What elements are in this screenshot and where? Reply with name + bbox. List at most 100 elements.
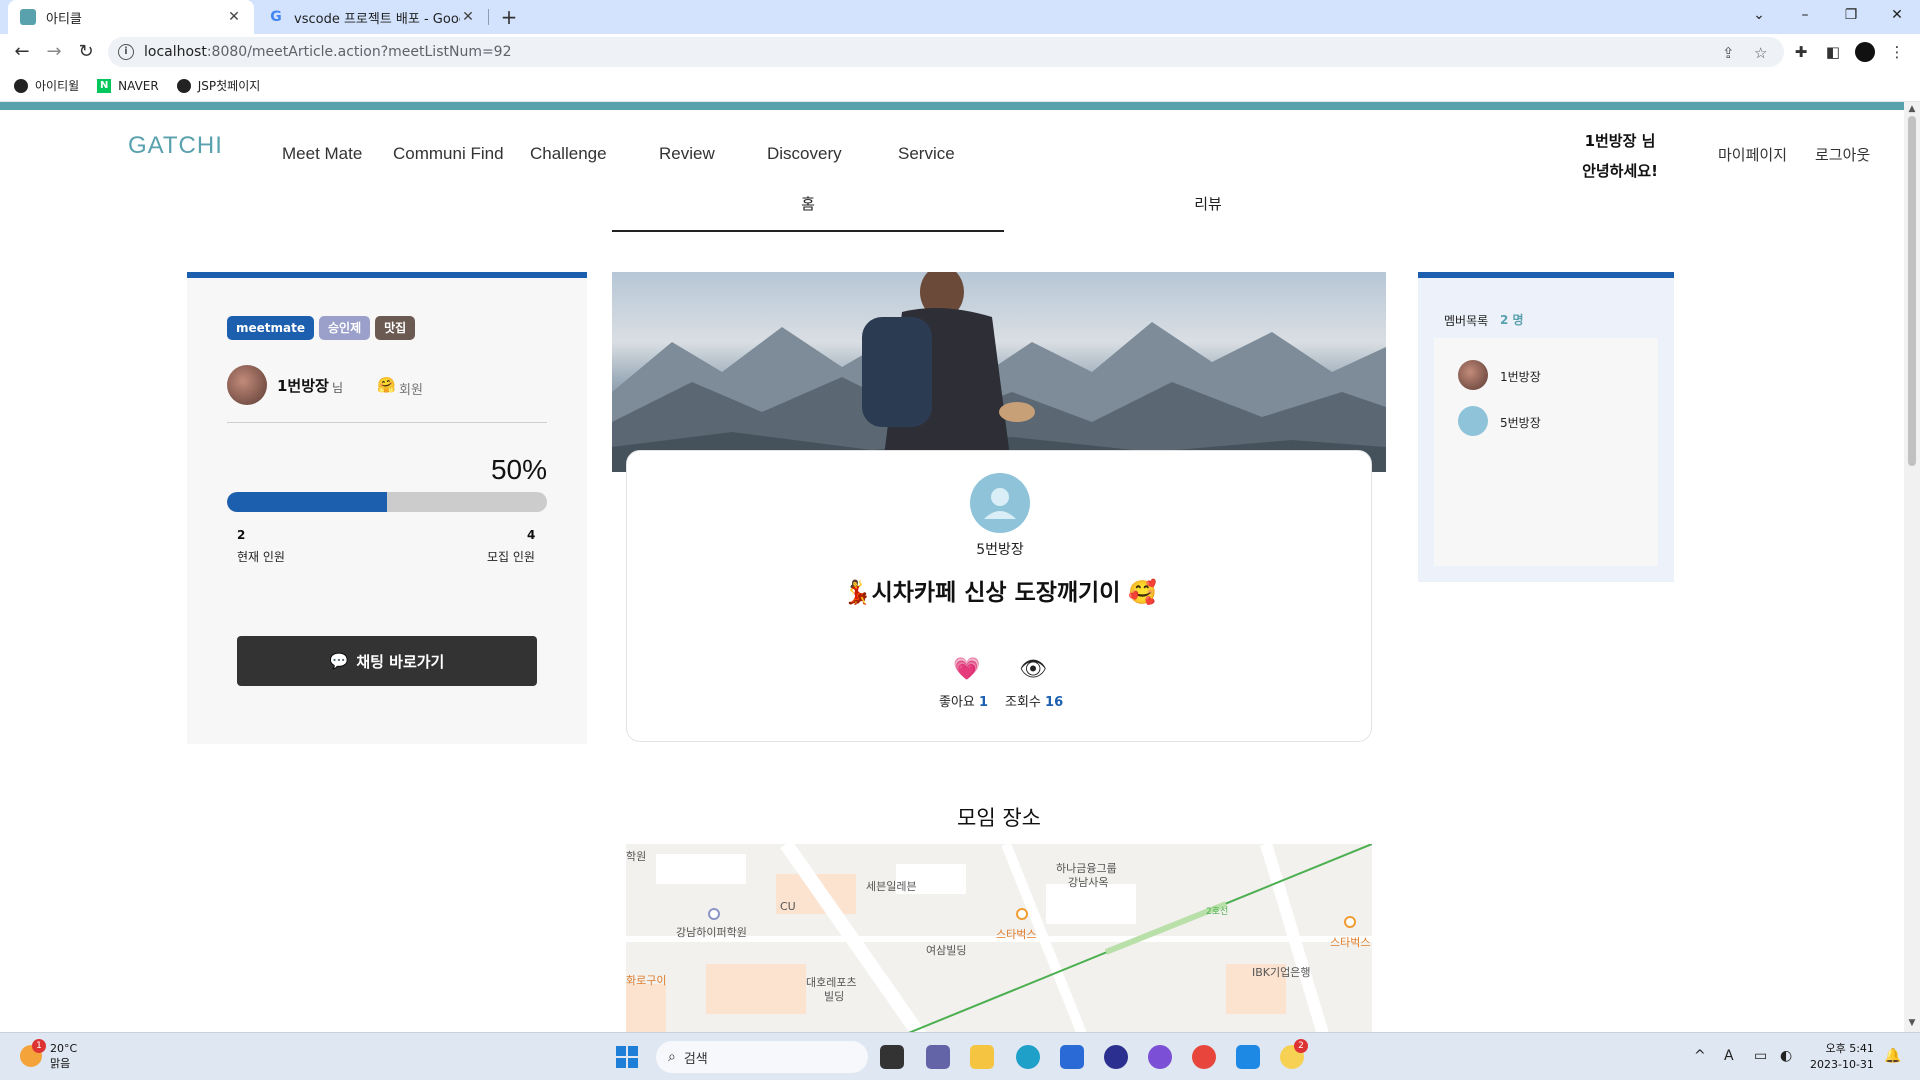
chrome-icon[interactable] (1192, 1045, 1216, 1069)
volume-icon[interactable]: ◐ (1780, 1048, 1792, 1064)
file-explorer-icon[interactable] (970, 1045, 994, 1069)
bookmark-star-icon[interactable]: ☆ (1754, 44, 1767, 62)
view-stat: 조회수 16 (1005, 691, 1063, 710)
writer-name: 5번방장 (976, 542, 1024, 558)
nav-discovery[interactable]: Discovery (767, 144, 842, 164)
new-tab-icon[interactable]: + (496, 4, 522, 30)
member-name[interactable]: 1번방장 (1500, 368, 1541, 385)
start-icon[interactable] (616, 1046, 638, 1068)
reload-icon[interactable]: ↻ (72, 38, 100, 66)
post-column: 5번방장 💃시차카페 신상 도장깨기이 🥰 💗 좋아요 1 👁 조회수 16 모… (612, 272, 1386, 1032)
bookmark-label: JSP첫페이지 (197, 79, 261, 93)
bookmark-jsp[interactable]: JSP첫페이지 (176, 77, 261, 94)
site-info-icon[interactable]: i (118, 44, 134, 60)
tab-search-icon[interactable]: ⌄ (1736, 0, 1782, 30)
tab-google[interactable]: G vscode 프로젝트 배포 - Google ✕ (256, 0, 488, 34)
tab-review[interactable]: 리뷰 (1004, 182, 1412, 232)
logout-link[interactable]: 로그아웃 (1815, 144, 1870, 165)
close-window-icon[interactable]: ✕ (1874, 0, 1920, 30)
like-label: 좋아요 (939, 695, 975, 710)
forward-icon[interactable]: → (40, 38, 68, 66)
url-path: :8080/meetArticle.action?meetListNum=92 (206, 44, 512, 60)
hero-image (612, 272, 1386, 472)
app-icon[interactable] (1104, 1045, 1128, 1069)
like-count: 1 (979, 695, 989, 710)
nav-meet-mate[interactable]: Meet Mate (282, 144, 362, 164)
teams-icon[interactable] (926, 1045, 950, 1069)
mypage-link[interactable]: 마이페이지 (1718, 144, 1787, 165)
tab-home[interactable]: 홈 (612, 182, 1004, 232)
close-tab-icon[interactable]: ✕ (460, 9, 476, 25)
bookmark-naver[interactable]: N NAVER (97, 78, 159, 93)
back-icon[interactable]: ← (8, 38, 36, 66)
chevron-up-icon[interactable]: ^ (1694, 1048, 1706, 1064)
member-name[interactable]: 5번방장 (1500, 414, 1541, 431)
map-poi-icon (1016, 908, 1028, 920)
scroll-up-icon[interactable]: ▲ (1904, 104, 1920, 114)
tab-separator (488, 9, 489, 25)
address-bar[interactable]: i localhost:8080/meetArticle.action?meet… (108, 37, 1784, 67)
badge-meetmate: meetmate (227, 316, 314, 340)
share-icon[interactable]: ⇪ (1722, 44, 1735, 62)
extensions-icon[interactable]: ✚ (1790, 41, 1812, 63)
menu-icon[interactable]: ⋮ (1886, 41, 1908, 63)
map-label: 세븐일레븐 (866, 880, 917, 893)
scroll-down-icon[interactable]: ▼ (1904, 1018, 1920, 1028)
side-panel-icon[interactable]: ◧ (1822, 41, 1844, 63)
site-favicon-icon (20, 9, 36, 25)
site-logo[interactable]: GATCHI (128, 132, 223, 160)
minimize-icon[interactable]: – (1782, 0, 1828, 30)
bookmark-itwill[interactable]: 아이티윌 (14, 77, 79, 94)
divider (227, 422, 547, 423)
map-label: 학원 (626, 850, 647, 863)
host-suffix: 님 (332, 381, 344, 395)
url-host: localhost (144, 44, 207, 60)
taskbar-search[interactable]: ⌕ 검색 (656, 1041, 868, 1073)
store-icon[interactable] (1060, 1045, 1084, 1069)
tab-article[interactable]: 아티클 ✕ (8, 0, 254, 34)
weather-desc: 맑음 (50, 1057, 71, 1070)
map-label: 빌딩 (824, 990, 845, 1003)
search-icon: ⌕ (668, 1049, 676, 1065)
taskbar: 1 20°C 맑음 ⌕ 검색 2 ^ A ▭ ◐ 오후 5:41 2023-10… (0, 1032, 1920, 1080)
close-tab-icon[interactable]: ✕ (226, 9, 242, 25)
members-count: 2 명 (1500, 313, 1524, 327)
ime-icon[interactable]: A (1724, 1048, 1734, 1064)
post-card: 5번방장 💃시차카페 신상 도장깨기이 🥰 💗 좋아요 1 👁 조회수 16 (626, 450, 1372, 742)
map-label: 스타벅스 (1330, 936, 1371, 949)
vscode-icon[interactable] (1236, 1045, 1260, 1069)
nav-review[interactable]: Review (659, 144, 715, 164)
greeting-line2: 안녕하세요! (1582, 162, 1658, 180)
map-poi-icon (708, 908, 720, 920)
progress-fill (227, 492, 387, 512)
weather-widget[interactable]: 20°C 맑음 (50, 1041, 77, 1071)
page-scrollbar[interactable]: ▲ ▼ (1904, 102, 1920, 1032)
network-icon[interactable]: ▭ (1754, 1048, 1767, 1064)
meet-info-card: meetmate 승인제 맛집 1번방장 님 🤗 회원 50% 2 현재 인원 … (187, 272, 587, 744)
clock[interactable]: 오후 5:41 2023-10-31 (1810, 1041, 1874, 1073)
task-view-icon[interactable] (880, 1045, 904, 1069)
restore-icon[interactable]: ❐ (1828, 0, 1874, 30)
globe-icon (14, 78, 28, 93)
nav-service[interactable]: Service (898, 144, 955, 164)
map-label: 화로구이 (626, 974, 667, 987)
chat-button[interactable]: 💬 채팅 바로가기 (237, 636, 537, 686)
app-icon[interactable] (1148, 1045, 1172, 1069)
nav-challenge[interactable]: Challenge (530, 144, 607, 164)
tab-title: 아티클 (46, 11, 82, 27)
max-count: 4 (527, 528, 536, 542)
page-viewport: GATCHI Meet Mate Communi Find Challenge … (0, 102, 1904, 1032)
view-label: 조회수 (1005, 695, 1041, 710)
profile-avatar[interactable] (1855, 42, 1875, 62)
member-list-card: 멤버목록 2 명 1번방장 5번방장 (1418, 272, 1674, 582)
badge-food: 맛집 (375, 316, 416, 340)
notification-bell-icon[interactable]: 🔔 (1884, 1048, 1901, 1064)
scroll-thumb[interactable] (1908, 116, 1916, 466)
meeting-map[interactable]: 학원 세븐일레븐 하나금융그룹 강남사옥 CU 강남하이퍼학원 스타벅스 여삼빌… (626, 844, 1372, 1032)
edge-icon[interactable] (1016, 1045, 1040, 1069)
nav-communi-find[interactable]: Communi Find (393, 144, 504, 164)
host-avatar (227, 365, 267, 405)
map-label: 스타벅스 (996, 928, 1037, 941)
heart-icon[interactable]: 💗 (953, 657, 980, 682)
map-label: 2호선 (1206, 907, 1229, 917)
